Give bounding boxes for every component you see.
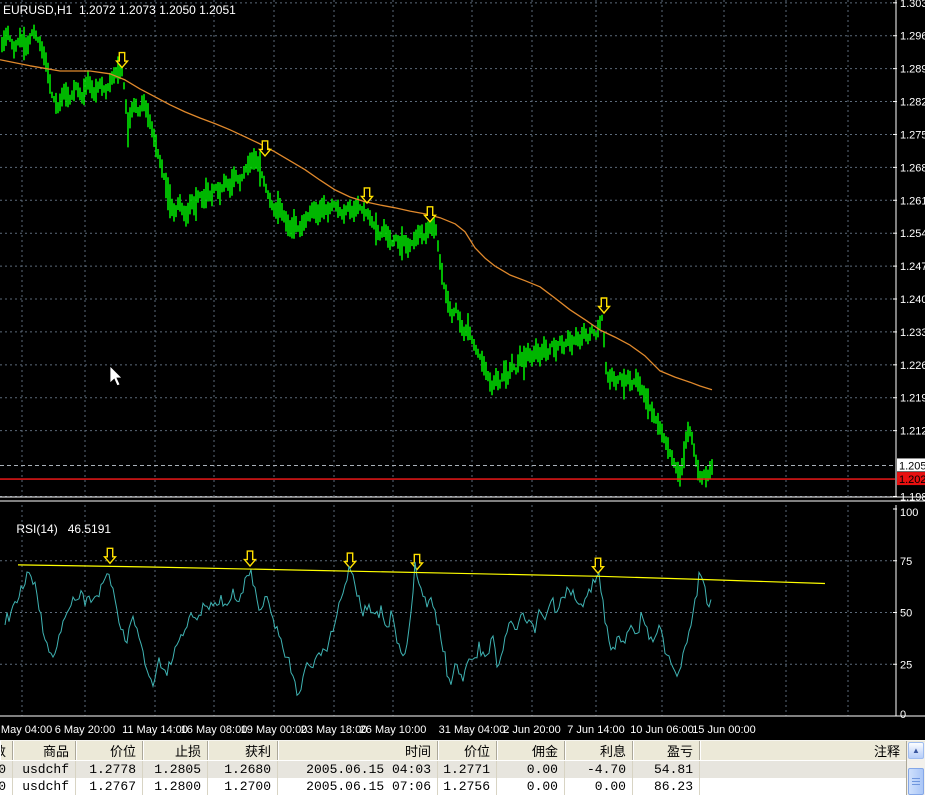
order-cell: 1.2800 — [143, 778, 208, 795]
order-cell: 1.2778 — [76, 761, 143, 778]
svg-text:26 May 10:00: 26 May 10:00 — [360, 724, 427, 736]
terminal-header-5[interactable]: 时间 — [278, 741, 438, 760]
svg-text:23 May 18:00: 23 May 18:00 — [301, 724, 368, 736]
sell-arrow-icon — [409, 553, 425, 571]
order-cell: 1.2756 — [438, 778, 497, 795]
svg-text:1.2051: 1.2051 — [899, 460, 925, 472]
terminal-header-0[interactable]: 数 — [0, 741, 13, 760]
order-cell: 00 — [0, 761, 13, 778]
order-cell: usdchf — [13, 778, 76, 795]
rsi-indicator-value: 46.5191 — [67, 522, 112, 536]
svg-text:1.2825: 1.2825 — [900, 97, 925, 109]
main-grid — [0, 0, 895, 497]
terminal-header-7[interactable]: 佣金 — [497, 741, 565, 760]
svg-text:2 Jun 20:00: 2 Jun 20:00 — [503, 724, 561, 736]
order-cell: 2005.06.15 07:06 — [278, 778, 438, 795]
rsi-grid — [0, 505, 895, 716]
order-cell: 0.00 — [497, 761, 565, 778]
order-cell: 1.2767 — [76, 778, 143, 795]
terminal-header-8[interactable]: 利息 — [565, 741, 633, 760]
svg-text:1.2125: 1.2125 — [900, 426, 925, 438]
order-cell: 00 — [0, 778, 13, 795]
sell-signal-arrows — [114, 51, 612, 315]
rsi-indicator-label: RSI(14) 46.5191 — [3, 508, 121, 550]
order-cell: usdchf — [13, 761, 76, 778]
order-cell: 86.23 — [633, 778, 700, 795]
terminal-rows: 00usdchf1.27781.28051.26802005.06.15 04:… — [0, 761, 925, 795]
terminal-scrollbar[interactable]: ▲ — [906, 742, 925, 795]
svg-text:50: 50 — [900, 608, 912, 620]
svg-text:7 Jun 14:00: 7 Jun 14:00 — [567, 724, 625, 736]
price-chart[interactable]: 1.3035 1.2965 1.2895 1.2825 1.2755 1.2685 1.26… — [0, 0, 925, 740]
price-bars-series — [1, 24, 713, 488]
svg-text:1.2405: 1.2405 — [900, 294, 925, 306]
sell-arrow-icon — [242, 550, 258, 568]
svg-text:1.2475: 1.2475 — [900, 261, 925, 273]
scrollbar-grip-icon — [912, 778, 920, 785]
order-cell: 1.2805 — [143, 761, 208, 778]
scrollbar-up-arrow-icon[interactable]: ▲ — [908, 742, 924, 759]
svg-text:0: 0 — [900, 709, 906, 721]
svg-text:1.2195: 1.2195 — [900, 393, 925, 405]
svg-text:15 Jun 00:00: 15 Jun 00:00 — [692, 724, 756, 736]
rsi-indicator-name: RSI(14) — [16, 522, 58, 536]
scrollbar-thumb[interactable] — [908, 768, 924, 795]
terminal-header-1[interactable]: 商品 — [13, 741, 76, 760]
terminal-header-2[interactable]: 价位 — [76, 741, 143, 760]
svg-text:16 May 08:00: 16 May 08:00 — [181, 724, 248, 736]
svg-text:1.2755: 1.2755 — [900, 129, 925, 141]
order-cell: 1.2700 — [208, 778, 278, 795]
svg-text:100: 100 — [900, 507, 918, 519]
order-cell: 54.81 — [633, 761, 700, 778]
svg-text:1.3035: 1.3035 — [900, 0, 925, 10]
mouse-cursor — [109, 365, 123, 387]
order-cell: 2005.06.15 04:03 — [278, 761, 438, 778]
svg-text:4 May 04:00: 4 May 04:00 — [0, 724, 52, 736]
terminal-header-3[interactable]: 止损 — [143, 741, 208, 760]
svg-text:25: 25 — [900, 659, 912, 671]
order-cell — [700, 761, 907, 778]
rsi-axis[interactable]: 100 75 50 25 0 — [893, 505, 918, 721]
svg-text:6 May 20:00: 6 May 20:00 — [55, 724, 116, 736]
svg-text:31 May 04:00: 31 May 04:00 — [439, 724, 506, 736]
svg-text:1.2335: 1.2335 — [900, 327, 925, 339]
moving-average-line — [0, 59, 713, 391]
terminal-header-6[interactable]: 价位 — [438, 741, 497, 760]
order-cell: 1.2771 — [438, 761, 497, 778]
order-cell: 1.2680 — [208, 761, 278, 778]
order-cell: 0.00 — [565, 778, 633, 795]
svg-text:1.2022: 1.2022 — [899, 474, 925, 486]
order-row[interactable]: 00usdchf1.27781.28051.26802005.06.15 04:… — [0, 761, 925, 778]
sell-arrow-icon — [596, 297, 612, 315]
order-cell: -4.70 — [565, 761, 633, 778]
terminal-header-row: 数商品价位止损获利时间价位佣金利息盈亏注释 — [0, 741, 925, 761]
rsi-signal-line — [17, 564, 826, 585]
svg-text:1.2685: 1.2685 — [900, 162, 925, 174]
time-axis[interactable]: 4 May 04:006 May 20:00 11 May 14:0016 May… — [0, 724, 756, 736]
price-axis[interactable]: 1.3035 1.2965 1.2895 1.2825 1.2755 1.2685 1.26… — [893, 0, 925, 503]
svg-text:75: 75 — [900, 556, 912, 568]
terminal-header-10[interactable]: 注释 — [700, 741, 907, 760]
chart-ohlc-title: EURUSD,H1 1.2072 1.2073 1.2050 1.2051 — [3, 3, 236, 17]
svg-text:19 May 00:00: 19 May 00:00 — [241, 724, 308, 736]
order-cell — [700, 778, 907, 795]
rsi-line — [4, 561, 712, 697]
svg-text:1.2895: 1.2895 — [900, 64, 925, 76]
svg-text:1.2265: 1.2265 — [900, 360, 925, 372]
order-row[interactable]: 00usdchf1.27671.28001.27002005.06.15 07:… — [0, 778, 925, 795]
svg-text:1.2545: 1.2545 — [900, 228, 925, 240]
terminal-panel: 数商品价位止损获利时间价位佣金利息盈亏注释 00usdchf1.27781.28… — [0, 740, 925, 795]
order-cell: 0.00 — [497, 778, 565, 795]
svg-text:1.2965: 1.2965 — [900, 31, 925, 43]
terminal-header-4[interactable]: 获利 — [208, 741, 278, 760]
terminal-header-9[interactable]: 盈亏 — [633, 741, 700, 760]
svg-text:10 Jun 06:00: 10 Jun 06:00 — [630, 724, 694, 736]
svg-text:1.2615: 1.2615 — [900, 195, 925, 207]
svg-text:11 May 14:00: 11 May 14:00 — [122, 724, 188, 736]
trading-terminal-window: EURUSD,H1 1.2072 1.2073 1.2050 1.2051 RS… — [0, 0, 925, 795]
